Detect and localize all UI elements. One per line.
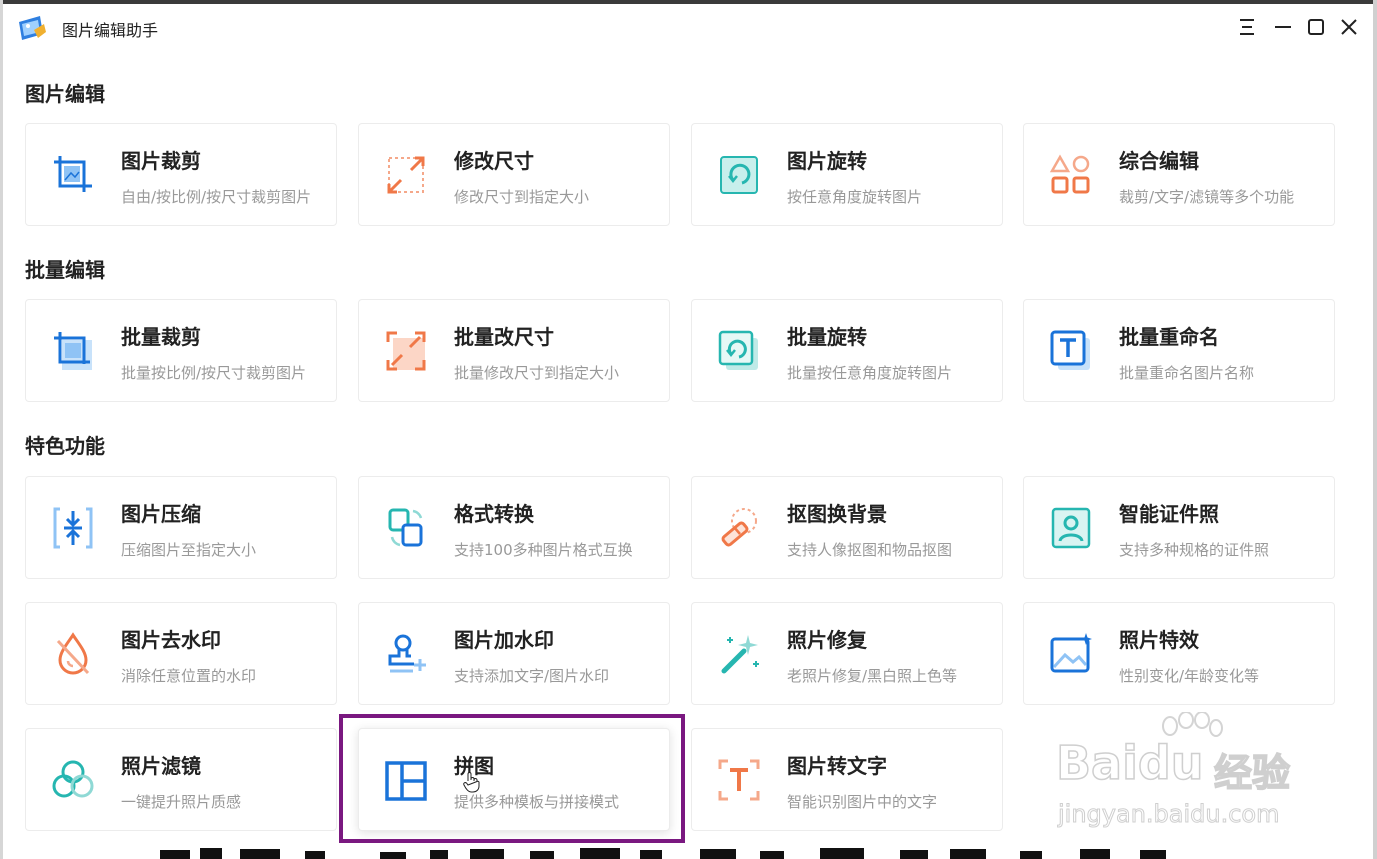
- card-desc: 批量重命名图片名称: [1119, 364, 1255, 382]
- remove-watermark-icon: [56, 632, 90, 675]
- card-title: 批量旋转: [787, 325, 867, 349]
- batch-resize-icon: [386, 331, 426, 371]
- card-format-convert[interactable]: 格式转换 支持100多种图片格式互换: [358, 476, 670, 579]
- card-title: 图片加水印: [454, 628, 554, 652]
- card-id-photo[interactable]: 智能证件照 支持多种规格的证件照: [1023, 476, 1335, 579]
- card-title: 批量重命名: [1119, 325, 1219, 349]
- card-title: 照片滤镜: [121, 754, 201, 778]
- app-title: 图片编辑助手: [62, 21, 159, 40]
- menu-icon[interactable]: [1234, 14, 1260, 40]
- card-photo-filters[interactable]: 照片滤镜 一键提升照片质感: [25, 728, 337, 831]
- card-desc: 压缩图片至指定大小: [121, 541, 257, 559]
- card-title: 批量改尺寸: [454, 325, 554, 349]
- cutout-icon: [721, 508, 757, 547]
- filters-icon: [52, 760, 94, 798]
- card-title: 照片修复: [787, 628, 867, 652]
- baidu-watermark: Baidu 经验 jingyan.baidu.com: [1055, 712, 1306, 830]
- card-rotate[interactable]: 图片旋转 按任意角度旋转图片: [691, 123, 1003, 226]
- title-bar: 图片编辑助手: [0, 4, 1377, 52]
- minimize-icon[interactable]: [1270, 14, 1296, 40]
- card-title: 图片转文字: [787, 754, 887, 778]
- batch-crop-icon: [54, 332, 92, 370]
- card-desc: 批量修改尺寸到指定大小: [454, 364, 620, 382]
- card-desc: 性别变化/年龄变化等: [1119, 667, 1260, 685]
- card-batch-rename[interactable]: 批量重命名 批量重命名图片名称: [1023, 299, 1335, 402]
- section-title-features: 特色功能: [25, 434, 105, 458]
- magic-wand-icon: [721, 635, 759, 674]
- add-watermark-icon: [388, 634, 426, 673]
- card-desc: 消除任意位置的水印: [121, 667, 257, 685]
- card-composite-edit[interactable]: 综合编辑 裁剪/文字/滤镜等多个功能: [1023, 123, 1335, 226]
- card-desc: 一键提升照片质感: [121, 793, 242, 811]
- right-edge: [1373, 0, 1377, 859]
- crop-icon: [54, 156, 92, 192]
- card-add-watermark[interactable]: 图片加水印 支持添加文字/图片水印: [358, 602, 670, 705]
- card-title: 图片旋转: [787, 149, 867, 173]
- section-title-batch-edit: 批量编辑: [25, 258, 105, 282]
- card-title: 照片特效: [1119, 628, 1199, 652]
- card-title: 综合编辑: [1119, 149, 1199, 173]
- rotate-icon: [720, 156, 758, 194]
- watermark-cn: 经验: [1213, 750, 1291, 796]
- photo-effects-icon: [1050, 633, 1092, 673]
- card-title: 格式转换: [454, 502, 534, 526]
- resize-icon: [387, 156, 425, 194]
- card-image-to-text[interactable]: 图片转文字 智能识别图片中的文字: [691, 728, 1003, 831]
- shapes-icon: [1049, 154, 1090, 194]
- card-photo-effects[interactable]: 照片特效 性别变化/年龄变化等: [1023, 602, 1335, 705]
- card-desc: 裁剪/文字/滤镜等多个功能: [1119, 188, 1295, 206]
- card-photo-restore[interactable]: 照片修复 老照片修复/黑白照上色等: [691, 602, 1003, 705]
- convert-icon: [388, 508, 423, 547]
- card-remove-watermark[interactable]: 图片去水印 消除任意位置的水印: [25, 602, 337, 705]
- id-photo-icon: [1051, 507, 1091, 549]
- card-title: 图片去水印: [121, 628, 221, 652]
- card-batch-rotate[interactable]: 批量旋转 批量按任意角度旋转图片: [691, 299, 1003, 402]
- app-logo-icon: [19, 16, 46, 40]
- card-resize[interactable]: 修改尺寸 修改尺寸到指定大小: [358, 123, 670, 226]
- card-batch-resize[interactable]: 批量改尺寸 批量修改尺寸到指定大小: [358, 299, 670, 402]
- compress-icon: [53, 507, 93, 549]
- left-edge: [0, 0, 3, 859]
- ocr-icon: [718, 759, 760, 801]
- close-icon[interactable]: [1336, 14, 1362, 40]
- card-desc: 批量按比例/按尺寸裁剪图片: [121, 364, 307, 382]
- batch-rotate-icon: [718, 330, 758, 370]
- section-title-image-edit: 图片编辑: [25, 82, 105, 106]
- card-desc: 老照片修复/黑白照上色等: [787, 667, 958, 685]
- card-title: 图片压缩: [121, 502, 201, 526]
- card-title: 批量裁剪: [121, 325, 201, 349]
- card-desc: 支持人像抠图和物品抠图: [787, 541, 953, 559]
- card-desc: 自由/按比例/按尺寸裁剪图片: [121, 188, 312, 206]
- card-desc: 修改尺寸到指定大小: [454, 188, 590, 206]
- card-desc: 智能识别图片中的文字: [787, 793, 938, 811]
- card-desc: 批量按任意角度旋转图片: [787, 364, 953, 382]
- batch-rename-icon: [1050, 330, 1090, 370]
- card-compress[interactable]: 图片压缩 压缩图片至指定大小: [25, 476, 337, 579]
- card-title: 抠图换背景: [787, 502, 887, 526]
- watermark-brand: Baidu: [1055, 735, 1204, 791]
- watermark-url: jingyan.baidu.com: [1057, 800, 1280, 829]
- highlight-frame: [339, 714, 685, 843]
- card-batch-crop[interactable]: 批量裁剪 批量按比例/按尺寸裁剪图片: [25, 299, 337, 402]
- card-title: 图片裁剪: [121, 149, 201, 173]
- card-image-crop[interactable]: 图片裁剪 自由/按比例/按尺寸裁剪图片: [25, 123, 337, 226]
- bottom-cropped-text: [160, 848, 1166, 859]
- maximize-icon[interactable]: [1303, 14, 1329, 40]
- card-desc: 支持多种规格的证件照: [1119, 541, 1270, 559]
- card-desc: 支持100多种图片格式互换: [454, 541, 633, 559]
- card-title: 智能证件照: [1119, 502, 1219, 526]
- card-cutout-bg[interactable]: 抠图换背景 支持人像抠图和物品抠图: [691, 476, 1003, 579]
- card-desc: 按任意角度旋转图片: [787, 188, 923, 206]
- card-title: 修改尺寸: [454, 149, 534, 173]
- card-desc: 支持添加文字/图片水印: [454, 667, 610, 685]
